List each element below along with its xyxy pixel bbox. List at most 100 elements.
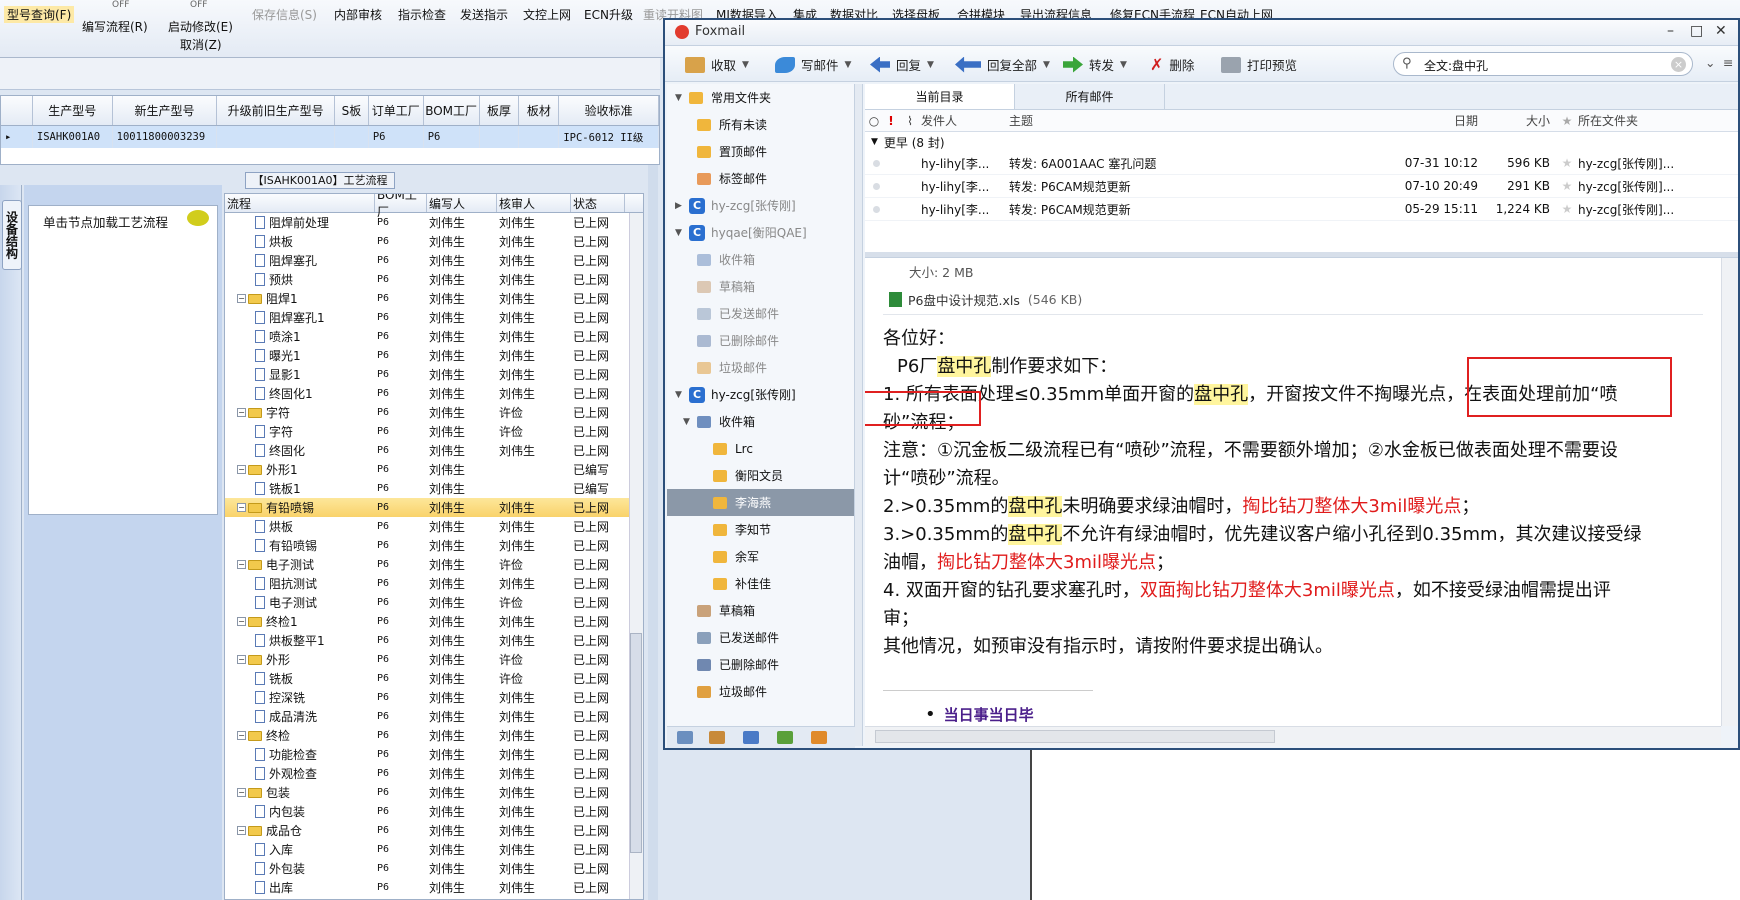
expand-icon[interactable]: − xyxy=(237,731,246,740)
expand-icon[interactable]: − xyxy=(237,294,246,303)
expand-icon[interactable]: − xyxy=(237,617,246,626)
grid-col-header[interactable]: 新生产型号 xyxy=(113,96,218,125)
chevron-down-icon[interactable]: ▼ xyxy=(1120,60,1127,70)
tree-row[interactable]: 终固化1 P6 刘伟生 刘伟生 已上网 xyxy=(225,384,643,403)
tree-row[interactable]: 终固化 P6 刘伟生 刘伟生 已上网 xyxy=(225,441,643,460)
tree-row[interactable]: − 电子测试 P6 刘伟生 许俭 已上网 xyxy=(225,555,643,574)
nav-item[interactable]: 余军 xyxy=(667,543,854,570)
nav-item[interactable]: 已发送邮件 xyxy=(667,624,854,651)
tree-row[interactable]: 电子测试 P6 刘伟生 许俭 已上网 xyxy=(225,593,643,612)
toolbar-item[interactable]: OFF xyxy=(190,0,207,10)
tree-col-header[interactable]: 状态 xyxy=(571,194,625,212)
reply-all-button[interactable]: 回复全部 ▼ xyxy=(955,55,1050,74)
toolbar-item[interactable]: 指示检查 xyxy=(398,6,446,23)
splitter[interactable] xyxy=(648,165,658,900)
forward-button[interactable]: 转发 ▼ xyxy=(1063,55,1127,74)
read-dot-icon[interactable] xyxy=(865,179,921,193)
hscroll-thumb[interactable] xyxy=(875,730,1275,743)
star-icon[interactable]: ★ xyxy=(1556,179,1578,193)
expand-icon[interactable]: − xyxy=(237,826,246,835)
expand-icon[interactable]: − xyxy=(237,465,246,474)
star-icon[interactable]: ★ xyxy=(1556,156,1578,170)
priority-icon[interactable]: ! xyxy=(883,114,899,128)
search-box[interactable]: ⚲ 全文:盘中孔 × xyxy=(1393,52,1693,76)
read-dot-icon[interactable] xyxy=(865,156,921,170)
list-tab[interactable]: 当前目录 xyxy=(865,84,1015,109)
tree-row[interactable]: 阻焊塞孔1 P6 刘伟生 刘伟生 已上网 xyxy=(225,308,643,327)
attachment-name[interactable]: P6盘中设计规范.xls xyxy=(908,290,1020,309)
nav-item[interactable]: 标签邮件 xyxy=(667,165,854,192)
nav-item[interactable]: 已发送邮件 xyxy=(667,300,854,327)
toolbar-item[interactable]: ECN升级 xyxy=(584,6,633,23)
tree-row[interactable]: − 终检 P6 刘伟生 刘伟生 已上网 xyxy=(225,726,643,745)
tree-row[interactable]: 内包装 P6 刘伟生 刘伟生 已上网 xyxy=(225,802,643,821)
tree-row[interactable]: 功能检查 P6 刘伟生 刘伟生 已上网 xyxy=(225,745,643,764)
message-row[interactable]: hy-lihy[李... 转发: 6A001AAC 塞孔问题 07-31 10:12… xyxy=(865,152,1738,175)
compose-button[interactable]: 写邮件 ▼ xyxy=(775,55,851,74)
toolbar-item[interactable]: 内部审核 xyxy=(334,6,382,23)
tree-row[interactable]: 喷涂1 P6 刘伟生 刘伟生 已上网 xyxy=(225,327,643,346)
nav-item[interactable]: 补佳佳 xyxy=(667,570,854,597)
grid-col-header[interactable]: 验收标准 xyxy=(559,96,659,125)
mail-icon[interactable] xyxy=(677,731,693,744)
toolbar-item[interactable]: 保存信息(S) xyxy=(252,6,317,23)
attachment-row[interactable]: P6盘中设计规范.xls (546 KB) xyxy=(889,290,1082,309)
nav-item[interactable]: Lrc xyxy=(667,435,854,462)
tree-row[interactable]: − 成品仓 P6 刘伟生 刘伟生 已上网 xyxy=(225,821,643,840)
grid-col-header[interactable]: 生产型号 xyxy=(33,96,113,125)
nav-item[interactable]: 所有未读 xyxy=(667,111,854,138)
nav-item[interactable]: 收件箱 xyxy=(667,246,854,273)
read-dot-icon[interactable] xyxy=(865,202,921,216)
expand-icon[interactable]: − xyxy=(237,408,246,417)
nav-item[interactable]: ▼ 常用文件夹 xyxy=(667,84,854,111)
print-preview-button[interactable]: 打印预览 xyxy=(1221,55,1297,74)
message-row[interactable]: hy-lihy[李... 转发: P6CAM规范更新 07-10 20:49 291 … xyxy=(865,175,1738,198)
tree-row[interactable]: 成品清洗 P6 刘伟生 刘伟生 已上网 xyxy=(225,707,643,726)
nav-item[interactable]: 置顶邮件 xyxy=(667,138,854,165)
chevron-down-icon[interactable]: ▼ xyxy=(742,60,749,70)
toolbar-item[interactable]: OFF xyxy=(112,0,129,10)
nav-item[interactable]: 草稿箱 xyxy=(667,273,854,300)
tree-scroll-thumb[interactable] xyxy=(630,633,642,853)
tree-row[interactable]: 字符 P6 刘伟生 许俭 已上网 xyxy=(225,422,643,441)
delete-button[interactable]: ✗ 删除 xyxy=(1150,55,1194,74)
search-options-icon[interactable]: ⌄ xyxy=(1705,55,1715,70)
grid-col-header[interactable]: BOM工厂 xyxy=(424,96,480,125)
calendar-icon[interactable] xyxy=(743,731,759,744)
chevron-down-icon[interactable]: ▼ xyxy=(927,60,934,70)
read-status-icon[interactable]: ○ xyxy=(865,114,883,128)
collapse-icon[interactable]: ▼ xyxy=(675,228,689,238)
expand-icon[interactable]: ▶ xyxy=(675,201,689,211)
menu-icon[interactable]: ≡ xyxy=(1723,55,1733,70)
collapse-icon[interactable]: ▼ xyxy=(683,417,697,427)
tree-row[interactable]: − 包装 P6 刘伟生 刘伟生 已上网 xyxy=(225,783,643,802)
nav-item[interactable]: 李海燕 xyxy=(667,489,854,516)
tree-row[interactable]: 控深铣 P6 刘伟生 刘伟生 已上网 xyxy=(225,688,643,707)
tree-row[interactable]: 出库 P6 刘伟生 刘伟生 已上网 xyxy=(225,878,643,897)
nav-item[interactable]: ▶ Chy-zcg[张传刚] xyxy=(667,192,854,219)
tree-scrollbar[interactable] xyxy=(629,213,643,899)
tree-row[interactable]: 阻焊前处理 P6 刘伟生 刘伟生 已上网 xyxy=(225,213,643,232)
star-icon[interactable]: ★ xyxy=(1556,114,1578,128)
nav-item[interactable]: ▼ Chyqae[衡阳QAE] xyxy=(667,219,854,246)
grid-col-header[interactable]: 升级前旧生产型号 xyxy=(217,96,335,125)
nav-item[interactable]: 垃圾邮件 xyxy=(667,678,854,705)
tree-row[interactable]: 阻抗测试 P6 刘伟生 刘伟生 已上网 xyxy=(225,574,643,593)
preview-scrollbar[interactable] xyxy=(1721,258,1738,726)
nav-item[interactable]: 已删除邮件 xyxy=(667,651,854,678)
chevron-down-icon[interactable]: ▼ xyxy=(845,60,852,70)
toolbar-item[interactable]: 启动修改(E) xyxy=(168,18,233,35)
col-subject[interactable]: 主题 xyxy=(1009,112,1394,129)
grid-col-header[interactable]: S板 xyxy=(335,96,369,125)
contacts-icon[interactable] xyxy=(709,731,725,744)
tree-col-header[interactable]: 编写人 xyxy=(427,194,497,212)
tree-row[interactable]: 预烘 P6 刘伟生 刘伟生 已上网 xyxy=(225,270,643,289)
expand-icon[interactable]: − xyxy=(237,655,246,664)
rss-icon[interactable] xyxy=(811,731,827,744)
toolbar-item[interactable]: 发送指示 xyxy=(460,6,508,23)
tree-row[interactable]: 铣板1 P6 刘伟生 已编写 xyxy=(225,479,643,498)
toolbar-item[interactable]: 取消(Z) xyxy=(180,36,222,53)
col-date[interactable]: 日期 xyxy=(1394,112,1484,129)
search-input[interactable]: 全文:盘中孔 xyxy=(1424,57,1488,74)
tree-row[interactable]: 烘板 P6 刘伟生 刘伟生 已上网 xyxy=(225,517,643,536)
